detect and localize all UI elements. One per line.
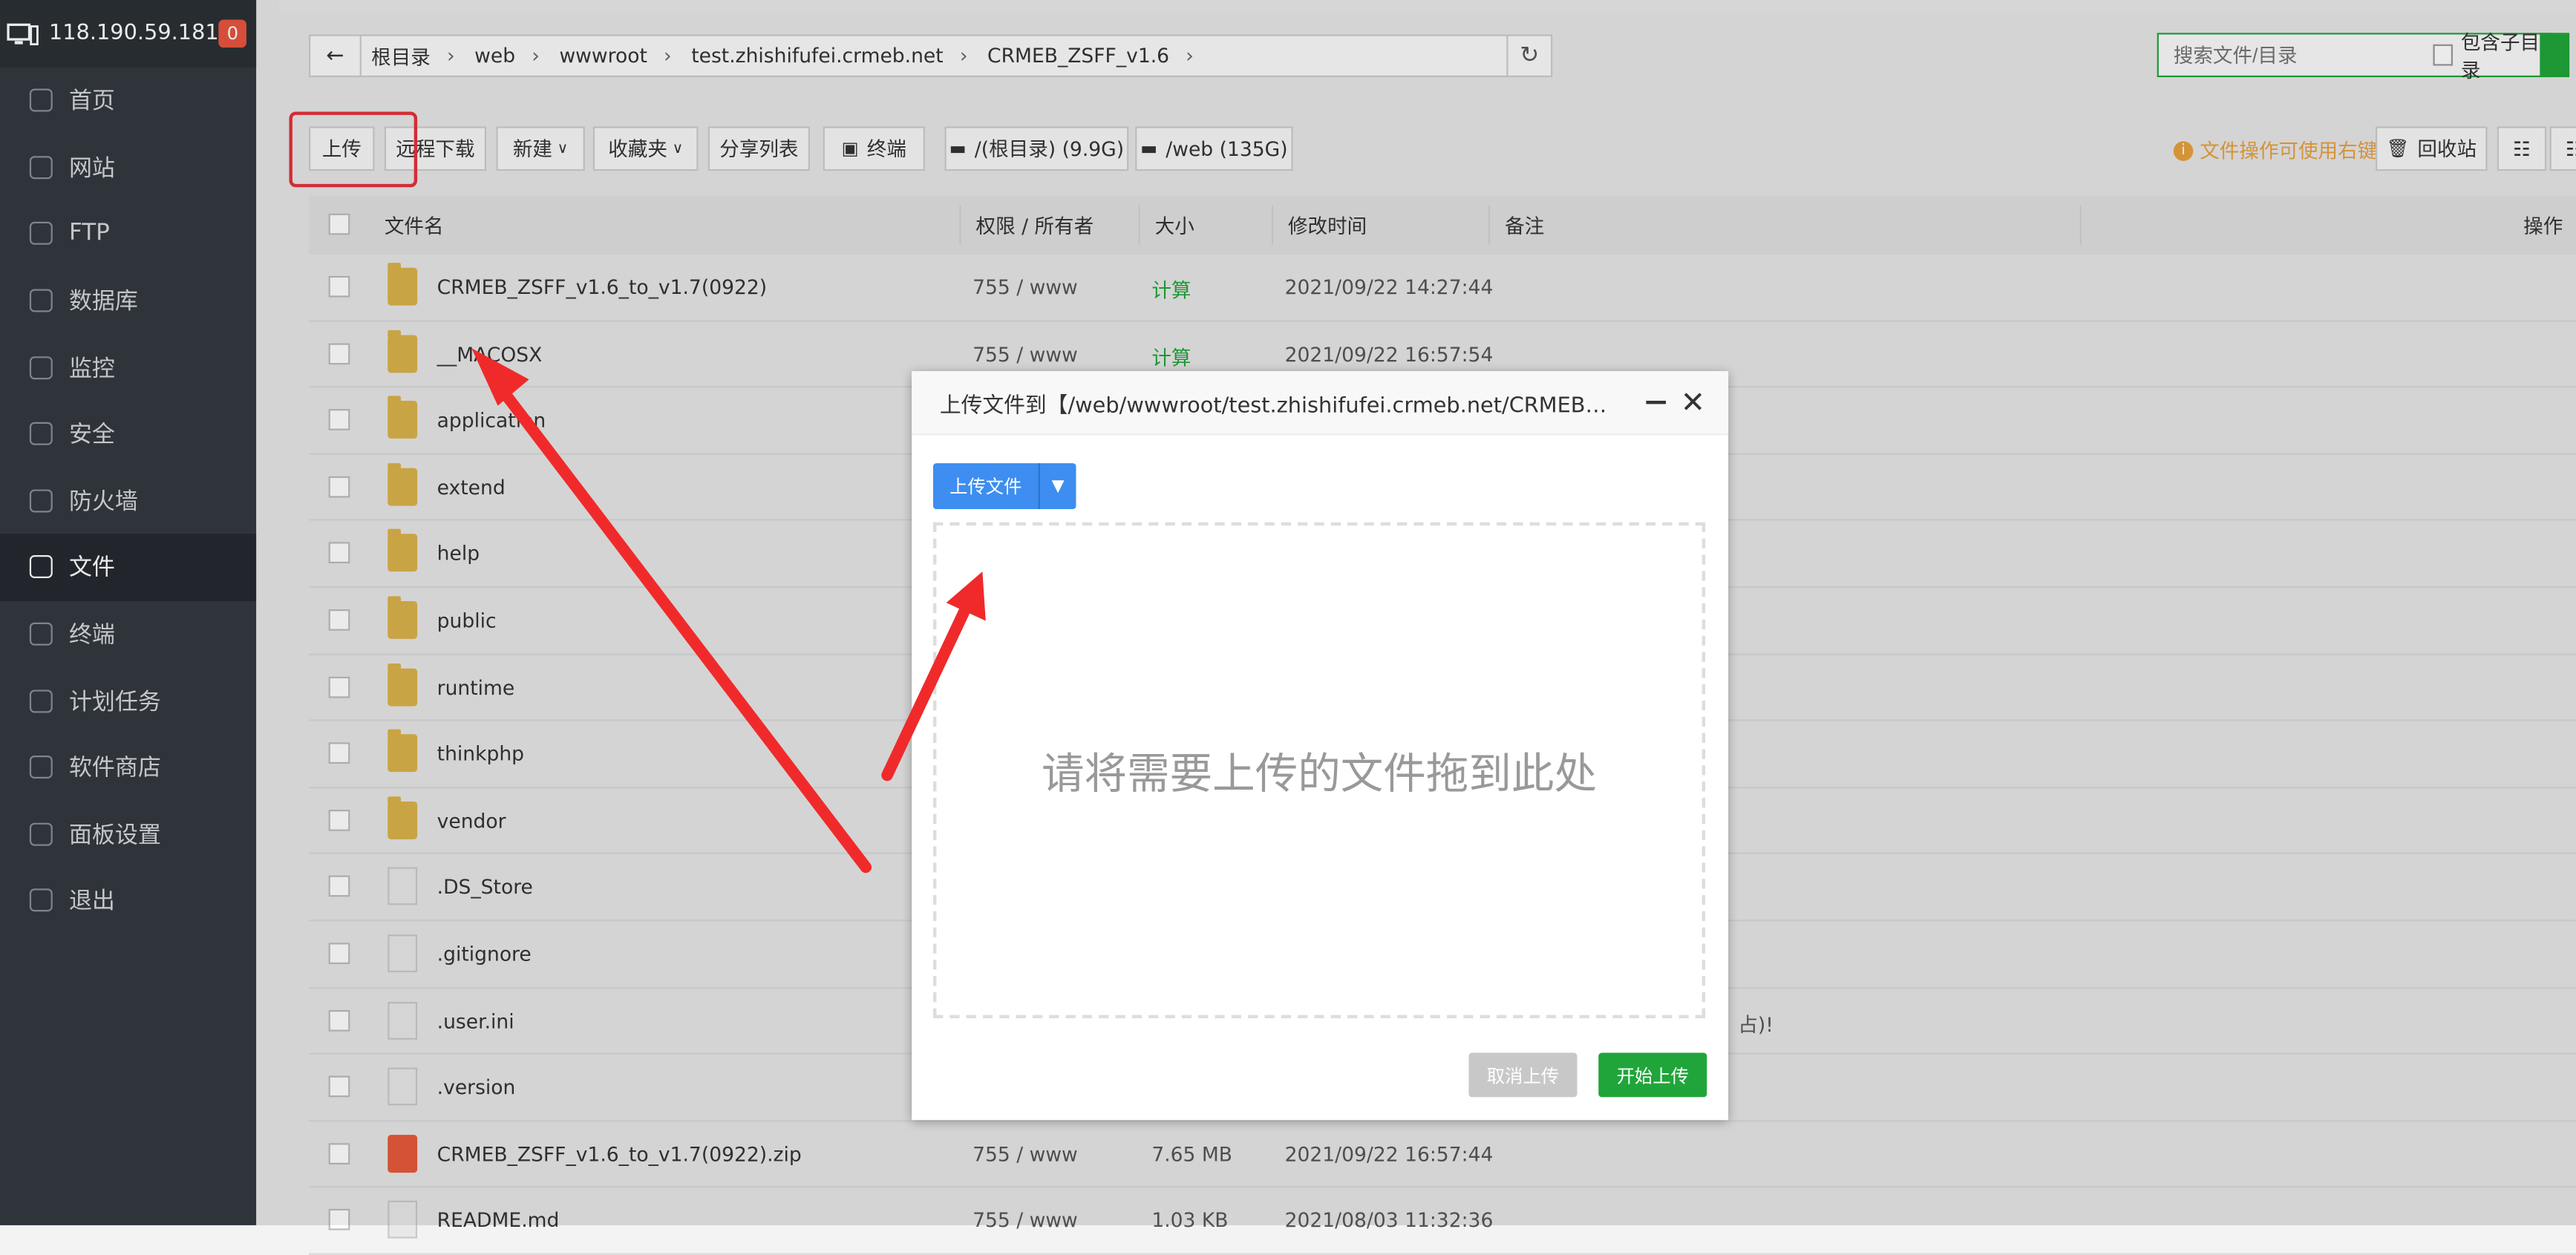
start-upload-button[interactable]: 开始上传: [1598, 1052, 1707, 1098]
drop-zone[interactable]: 请将需要上传的文件拖到此处: [932, 522, 1706, 1019]
dialog-header: 上传文件到【/web/wwwroot/test.zhishifufei.crme…: [912, 371, 1729, 436]
caret-down-icon[interactable]: ▼: [1038, 463, 1076, 510]
upload-dialog: 上传文件到【/web/wwwroot/test.zhishifufei.crme…: [912, 371, 1729, 1121]
minimize-icon[interactable]: [1646, 400, 1666, 404]
dialog-title: 上传文件到【/web/wwwroot/test.zhishifufei.crme…: [939, 393, 1614, 419]
drop-hint: 请将需要上传的文件拖到此处: [1042, 750, 1598, 799]
close-icon[interactable]: ✕: [1681, 386, 1705, 420]
cancel-upload-button[interactable]: 取消上传: [1468, 1052, 1578, 1098]
upload-file-button[interactable]: 上传文件: [932, 463, 1039, 510]
upload-file-button-group: 上传文件 ▼: [932, 463, 1076, 510]
